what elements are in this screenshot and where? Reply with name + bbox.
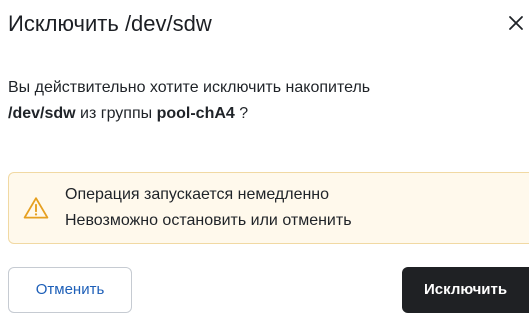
device-name: /dev/sdw [8, 105, 76, 122]
message-text-group: из группы [75, 105, 157, 122]
alert-line-2: Невозможно остановить или отменить [65, 212, 352, 229]
warning-alert: Операция запускается немедленно Невозмож… [8, 172, 529, 244]
cancel-button[interactable]: Отменить [8, 267, 132, 313]
confirmation-message: Вы действительно хотите исключить накопи… [8, 75, 523, 127]
alert-text: Операция запускается немедленно Невозмож… [65, 182, 352, 234]
alert-line-1: Операция запускается немедленно [65, 186, 330, 203]
message-text: Вы действительно хотите исключить накопи… [8, 79, 371, 96]
close-icon [509, 16, 523, 30]
pool-name: pool-chA4 [156, 105, 235, 122]
close-button[interactable] [505, 10, 527, 36]
exclude-button[interactable]: Исключить [402, 267, 529, 313]
dialog-title: Исключить /dev/sdw [8, 11, 212, 36]
message-question-mark: ? [234, 105, 249, 122]
warning-icon [23, 197, 49, 219]
exclude-device-dialog: Исключить /dev/sdw Вы действительно хоти… [0, 0, 529, 313]
